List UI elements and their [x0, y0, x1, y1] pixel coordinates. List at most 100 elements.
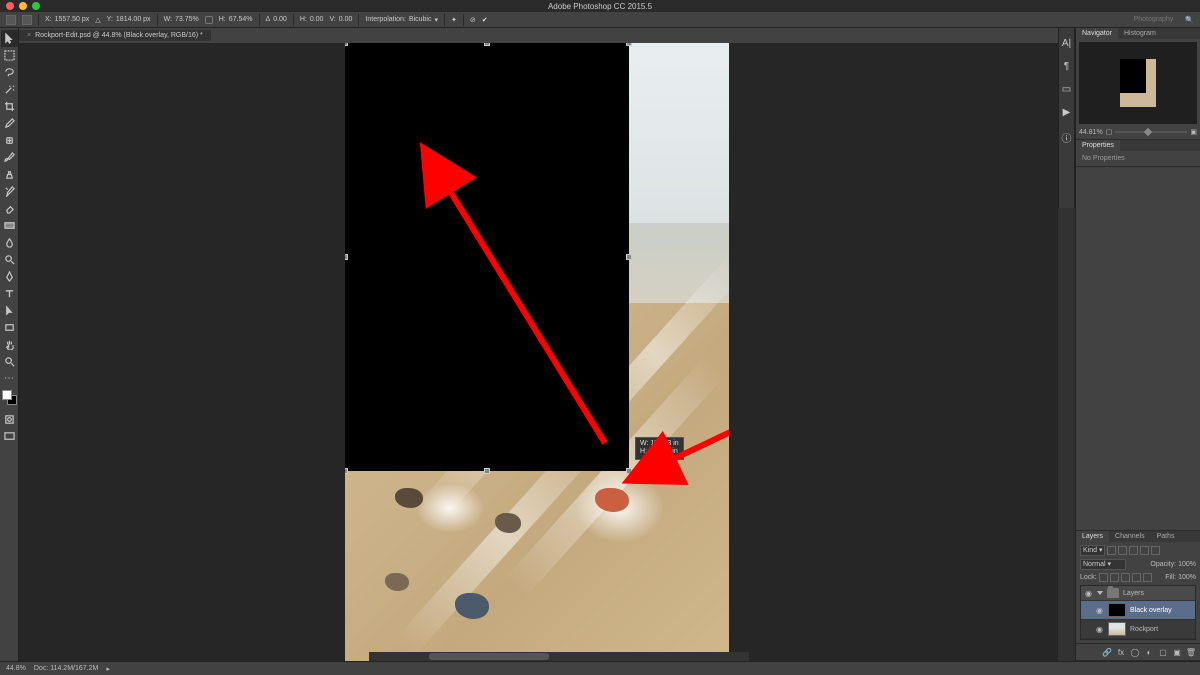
- commit-transform-icon[interactable]: ✔: [482, 16, 488, 24]
- tab-navigator[interactable]: Navigator: [1076, 28, 1118, 39]
- tool-pen[interactable]: [1, 268, 18, 285]
- tool-history-brush[interactable]: [1, 183, 18, 200]
- navigator-zoom-slider[interactable]: [1115, 129, 1187, 135]
- adjustments-panel-icon[interactable]: ▶: [1063, 107, 1071, 118]
- status-zoom[interactable]: 44.8%: [6, 665, 26, 672]
- tool-crop[interactable]: [1, 98, 18, 115]
- tool-type[interactable]: [1, 285, 18, 302]
- status-caret-icon[interactable]: ▸: [106, 665, 110, 673]
- character-panel-icon[interactable]: A|: [1062, 38, 1071, 49]
- tool-path-select[interactable]: [1, 302, 18, 319]
- foreground-color-swatch[interactable]: [2, 390, 12, 400]
- blend-mode-select[interactable]: Normal ▾: [1080, 559, 1126, 570]
- group-caret-icon[interactable]: [1097, 591, 1103, 595]
- tool-gradient[interactable]: [1, 217, 18, 234]
- filter-smart-icon[interactable]: [1151, 546, 1160, 555]
- y-value[interactable]: 1814.00 px: [116, 16, 151, 23]
- search-icon[interactable]: 🔍: [1185, 16, 1194, 24]
- cancel-transform-icon[interactable]: ⊘: [470, 16, 476, 24]
- lock-image-icon[interactable]: [1110, 573, 1119, 582]
- tool-eyedropper[interactable]: [1, 115, 18, 132]
- tool-zoom[interactable]: [1, 353, 18, 370]
- transform-handle-bl[interactable]: [345, 468, 348, 474]
- interp-value[interactable]: Bicubic: [409, 16, 432, 23]
- transform-handle-tl[interactable]: [345, 43, 348, 46]
- transform-handle-tm[interactable]: [484, 43, 490, 46]
- tool-eraser[interactable]: [1, 200, 18, 217]
- transform-tool-icon[interactable]: [6, 15, 16, 25]
- info-panel-icon[interactable]: ⓘ: [1062, 130, 1072, 145]
- tab-channels[interactable]: Channels: [1109, 531, 1151, 542]
- document-tab[interactable]: × Rockport-Edit.psd @ 44.8% (Black overl…: [19, 30, 211, 41]
- close-tab-icon[interactable]: ×: [27, 32, 31, 39]
- fill-value[interactable]: 100%: [1178, 574, 1196, 581]
- delete-layer-icon[interactable]: 🗑: [1186, 647, 1196, 657]
- x-value[interactable]: 1557.50 px: [55, 16, 90, 23]
- filter-adjust-icon[interactable]: [1118, 546, 1127, 555]
- adjustment-layer-icon[interactable]: ◐: [1144, 647, 1154, 657]
- tool-magic-wand[interactable]: [1, 81, 18, 98]
- new-layer-icon[interactable]: ▣: [1172, 647, 1182, 657]
- quickmask-icon[interactable]: [1, 411, 18, 428]
- lock-position-icon[interactable]: [1121, 573, 1130, 582]
- tool-blur[interactable]: [1, 234, 18, 251]
- visibility-toggle-icon[interactable]: [1095, 625, 1104, 634]
- workspace-label[interactable]: Photography: [1134, 16, 1174, 23]
- skew-v-value[interactable]: 0.00: [339, 16, 353, 23]
- link-layers-icon[interactable]: 🔗: [1102, 647, 1112, 657]
- navigator-zoom-value[interactable]: 44.81%: [1079, 129, 1103, 136]
- tool-spot-heal[interactable]: [1, 132, 18, 149]
- transform-handle-br[interactable]: [626, 468, 632, 474]
- color-swatches[interactable]: [2, 390, 17, 405]
- skew-h-value[interactable]: 0.00: [310, 16, 324, 23]
- transform-handle-mr[interactable]: [626, 254, 632, 260]
- scrollbar-thumb[interactable]: [429, 653, 549, 660]
- w-value[interactable]: 73.75%: [175, 16, 199, 23]
- lock-all-icon[interactable]: [1143, 573, 1152, 582]
- filter-type-icon[interactable]: [1129, 546, 1138, 555]
- horizontal-scrollbar[interactable]: [369, 652, 749, 661]
- tool-hand[interactable]: [1, 336, 18, 353]
- tool-edit-toolbar[interactable]: ⋯: [1, 370, 18, 387]
- warp-icon[interactable]: ✦: [451, 16, 457, 24]
- layer-fx-icon[interactable]: fx: [1116, 647, 1126, 657]
- tool-lasso[interactable]: [1, 64, 18, 81]
- layer-group[interactable]: Layers: [1081, 586, 1195, 601]
- tab-properties[interactable]: Properties: [1076, 140, 1120, 151]
- lock-artboard-icon[interactable]: [1132, 573, 1141, 582]
- paragraph-panel-icon[interactable]: ¶: [1064, 61, 1069, 72]
- zoom-out-icon[interactable]: ▢: [1106, 128, 1113, 136]
- tab-histogram[interactable]: Histogram: [1118, 28, 1162, 39]
- status-doc-size[interactable]: Doc: 114.2M/167.2M: [34, 665, 98, 672]
- filter-shape-icon[interactable]: [1140, 546, 1149, 555]
- layer-item-black-overlay[interactable]: Black overlay: [1081, 601, 1195, 620]
- tool-rectangle[interactable]: [1, 319, 18, 336]
- tool-clone[interactable]: [1, 166, 18, 183]
- libraries-panel-icon[interactable]: ▭: [1062, 84, 1071, 95]
- canvas-area[interactable]: W: 11.063 in H: 16.452 in: [19, 43, 1058, 661]
- transform-handle-tr[interactable]: [626, 43, 632, 46]
- zoom-in-icon[interactable]: ▣: [1190, 128, 1197, 136]
- tool-dodge[interactable]: [1, 251, 18, 268]
- layer-mask-icon[interactable]: ◯: [1130, 647, 1140, 657]
- tab-layers[interactable]: Layers: [1076, 531, 1109, 542]
- lock-transparent-icon[interactable]: [1099, 573, 1108, 582]
- tool-brush[interactable]: [1, 149, 18, 166]
- h-value[interactable]: 67.54%: [229, 16, 253, 23]
- reference-point-icon[interactable]: [22, 15, 32, 25]
- triangle-icon[interactable]: △: [95, 16, 100, 24]
- document-canvas[interactable]: W: 11.063 in H: 16.452 in: [345, 43, 729, 661]
- opacity-value[interactable]: 100%: [1178, 561, 1196, 568]
- navigator-preview[interactable]: [1079, 42, 1197, 124]
- transform-handle-ml[interactable]: [345, 254, 348, 260]
- chevron-down-icon[interactable]: ▾: [434, 16, 438, 24]
- angle-value[interactable]: 0.00: [273, 16, 287, 23]
- black-overlay-layer[interactable]: [345, 43, 629, 471]
- tool-rect-marquee[interactable]: [1, 47, 18, 64]
- visibility-toggle-icon[interactable]: [1095, 606, 1104, 615]
- new-group-icon[interactable]: ▢: [1158, 647, 1168, 657]
- transform-handle-bm[interactable]: [484, 468, 490, 474]
- link-wh-icon[interactable]: [205, 16, 213, 24]
- layer-item-rockport[interactable]: Rockport: [1081, 620, 1195, 639]
- tool-move[interactable]: [1, 30, 18, 47]
